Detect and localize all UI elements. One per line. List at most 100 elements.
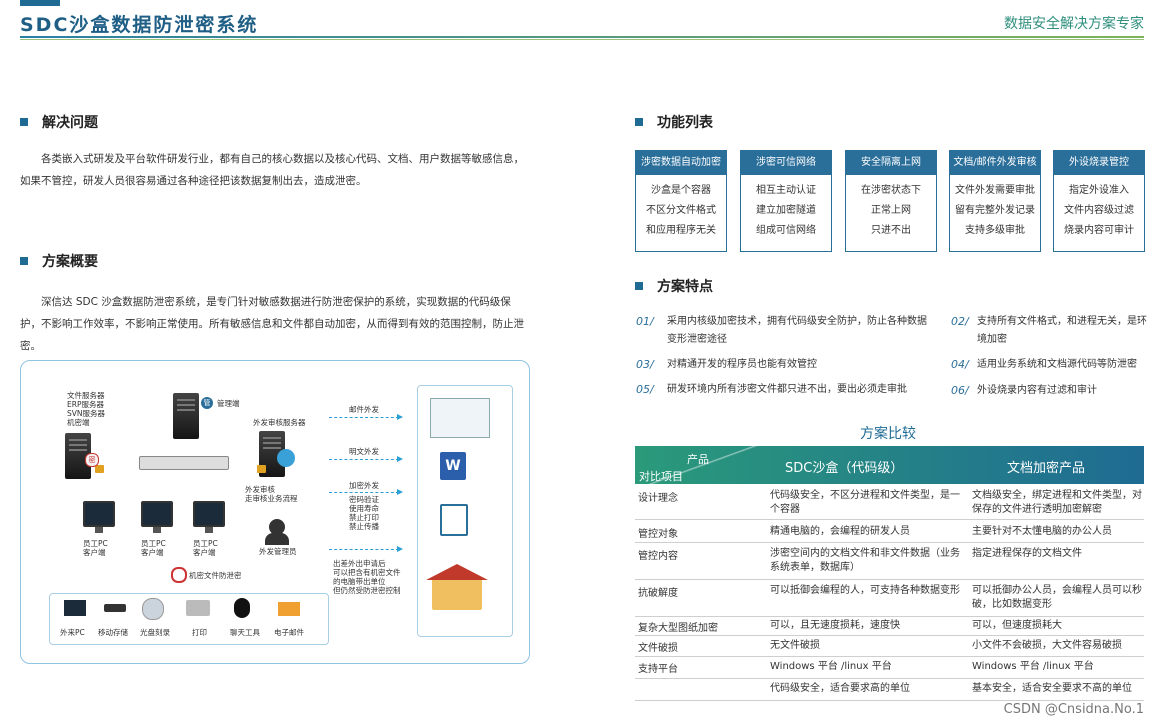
row-sdc: 可以，且无速度损耗，速度快	[770, 620, 900, 631]
header-tagline: 数据安全解决方案专家	[1004, 16, 1144, 32]
architecture-diagram: 文件服务器 ERP服务器 SVN服务器 机密端 密 管 管理端 外发审核服务器 …	[20, 360, 530, 664]
row-item: 支持平台	[638, 664, 678, 675]
feature-text: 研发环境内所有涉密文件都只进不出，要出必须走审批	[667, 384, 907, 395]
overview-heading-text: 方案概要	[42, 254, 98, 270]
comparison-row: 抗破解度 可以抵御会编程的人，可支持各种数据变形 可以抵御办公人员，会编程人员可…	[635, 580, 1144, 617]
feature-number: 02/	[951, 315, 969, 328]
square-bullet-icon	[20, 257, 28, 265]
arrow-right-icon	[329, 456, 403, 462]
arrow-right-icon	[329, 414, 403, 420]
problem-heading: 解决问题	[20, 112, 98, 132]
function-card-title: 涉密可信网络	[741, 151, 831, 175]
row-doc: 小文件不会破损，大文件容易破损	[972, 640, 1122, 651]
problem-heading-text: 解决问题	[42, 115, 98, 131]
function-card-title: 外设烧录管控	[1054, 151, 1144, 175]
row-sdc: 代码级安全，适合要求高的单位	[770, 683, 910, 694]
function-item: 支持多级审批	[965, 225, 1025, 236]
enc-feature: 禁止传播	[349, 522, 379, 531]
label-anti-leak: 机密文件防泄密	[189, 571, 242, 580]
device-label: 光盘刻录	[140, 628, 170, 637]
function-item: 建立加密隧道	[756, 205, 816, 216]
row-sdc: 无文件破损	[770, 640, 820, 651]
feature-number: 01/	[636, 315, 654, 328]
word-doc-icon: W	[440, 452, 466, 480]
enc-feature-list: 密码验证 使用寿命 禁止打印 禁止传播	[349, 495, 379, 531]
label-review-flow: 走审核业务流程	[245, 494, 298, 503]
square-bullet-icon	[635, 118, 643, 126]
pc-label: 员工PC 客户端	[83, 539, 108, 557]
function-card: 安全隔离上网 在涉密状态下 正常上网 只进不出	[845, 150, 937, 252]
pc-label-b: 客户端	[141, 548, 164, 557]
feature-number: 05/	[636, 383, 654, 396]
row-sdc: 精通电脑的，会编程的研发人员	[770, 526, 910, 537]
file-server-labels: 文件服务器 ERP服务器 SVN服务器 机密端	[67, 391, 105, 427]
overview-heading: 方案概要	[20, 251, 98, 271]
feature-text: 适用业务系统和文档源代码等防泄密	[977, 359, 1137, 370]
management-badge-icon: 管	[201, 397, 213, 409]
arrow-right-icon	[329, 489, 403, 495]
pc-label: 员工PC 客户端	[141, 539, 166, 557]
device-label: 移动存储	[98, 628, 128, 637]
feature-text: 支持所有文件格式，和进程无关，是环境加密	[977, 316, 1147, 345]
function-item: 相互主动认证	[756, 185, 816, 196]
row-item: 管控内容	[638, 551, 678, 562]
feature-number: 06/	[951, 384, 969, 397]
pc-label-b: 客户端	[193, 548, 216, 557]
square-bullet-icon	[20, 118, 28, 126]
row-doc: 可以，但速度损耗大	[972, 620, 1062, 631]
pc-label-a: 员工PC	[193, 539, 218, 548]
row-item: 设计理念	[638, 493, 678, 504]
peripheral-box: 外来PC 移动存储 光盘刻录 打印 聊天工具 电子邮件	[49, 593, 329, 645]
feature-number: 03/	[636, 358, 654, 371]
lock-icon	[95, 465, 104, 473]
row-doc: 指定进程保存的文档文件	[972, 548, 1082, 559]
header-accent-bar	[20, 0, 60, 6]
functions-heading: 功能列表	[635, 112, 713, 132]
label-admin: 外发管理员	[259, 547, 297, 556]
function-item: 文件内容级过滤	[1064, 205, 1134, 216]
function-item: 指定外设准入	[1069, 185, 1129, 196]
row-doc: 主要针对不太懂电脑的办公人员	[972, 526, 1112, 537]
mail-envelope-icon	[278, 602, 300, 616]
comparison-row: 复杂大型图纸加密 可以，且无速度损耗，速度快 可以，但速度损耗大	[635, 617, 1144, 636]
disc-icon	[142, 598, 164, 620]
device-label: 聊天工具	[230, 628, 260, 637]
row-sdc: 涉密空间内的文档文件和非文件数据（业务系统表单，数据库）	[770, 548, 960, 573]
employee-pc-icon	[193, 501, 225, 533]
feature-text: 采用内核级加密技术，拥有代码级安全防护，防止各种数据变形泄密途径	[667, 316, 927, 345]
comparison-title: 方案比较	[860, 426, 916, 442]
row-item: 复杂大型图纸加密	[638, 623, 718, 634]
switch-icon	[139, 456, 229, 470]
function-item: 不区分文件格式	[646, 205, 716, 216]
label-review: 外发审核	[245, 485, 275, 494]
functions-heading-text: 功能列表	[657, 115, 713, 131]
pc-label-b: 客户端	[83, 548, 106, 557]
row-doc: Windows 平台 /linux 平台	[972, 661, 1094, 672]
function-card: 文档/邮件外发审核 文件外发需要审批 留有完整外发记录 支持多级审批	[949, 150, 1041, 252]
pc-label-a: 员工PC	[141, 539, 166, 548]
feature-text: 外设烧录内容有过滤和审计	[977, 385, 1097, 396]
encrypted-doc-icon	[440, 504, 468, 536]
function-item: 沙盒是个容器	[651, 185, 711, 196]
management-server-icon	[173, 393, 199, 439]
features-heading: 方案特点	[635, 276, 713, 296]
function-card-title: 安全隔离上网	[846, 151, 936, 175]
device-label: 打印	[192, 628, 207, 637]
label-plain-out: 明文外发	[349, 447, 379, 456]
arrow-right-icon	[329, 546, 403, 552]
row-item: 管控对象	[638, 529, 678, 540]
pc-label: 员工PC 客户端	[193, 539, 218, 557]
review-labels: 外发审核 走审核业务流程	[245, 485, 298, 503]
label-file-server: 文件服务器	[67, 391, 105, 400]
comparison-row: 管控对象 精通电脑的，会编程的研发人员 主要针对不太懂电脑的办公人员	[635, 520, 1144, 543]
printer-icon	[186, 600, 210, 616]
function-item: 只进不出	[871, 225, 911, 236]
comparison-row: 设计理念 代码级安全，不区分进程和文件类型，是一个容器 文档级安全，绑定进程和文…	[635, 486, 1144, 520]
house-icon	[432, 578, 482, 610]
function-item: 留有完整外发记录	[955, 205, 1035, 216]
watermark: CSDN @Cnsidna.No.1	[1003, 702, 1144, 717]
overview-text: 深信达 SDC 沙盒数据防泄密系统，是专门针对敏感数据进行防泄密保护的系统，实现…	[20, 296, 524, 352]
external-pc-icon	[64, 600, 86, 616]
row-doc: 基本安全，适合安全要求不高的单位	[972, 683, 1132, 694]
function-item: 文件外发需要审批	[955, 185, 1035, 196]
